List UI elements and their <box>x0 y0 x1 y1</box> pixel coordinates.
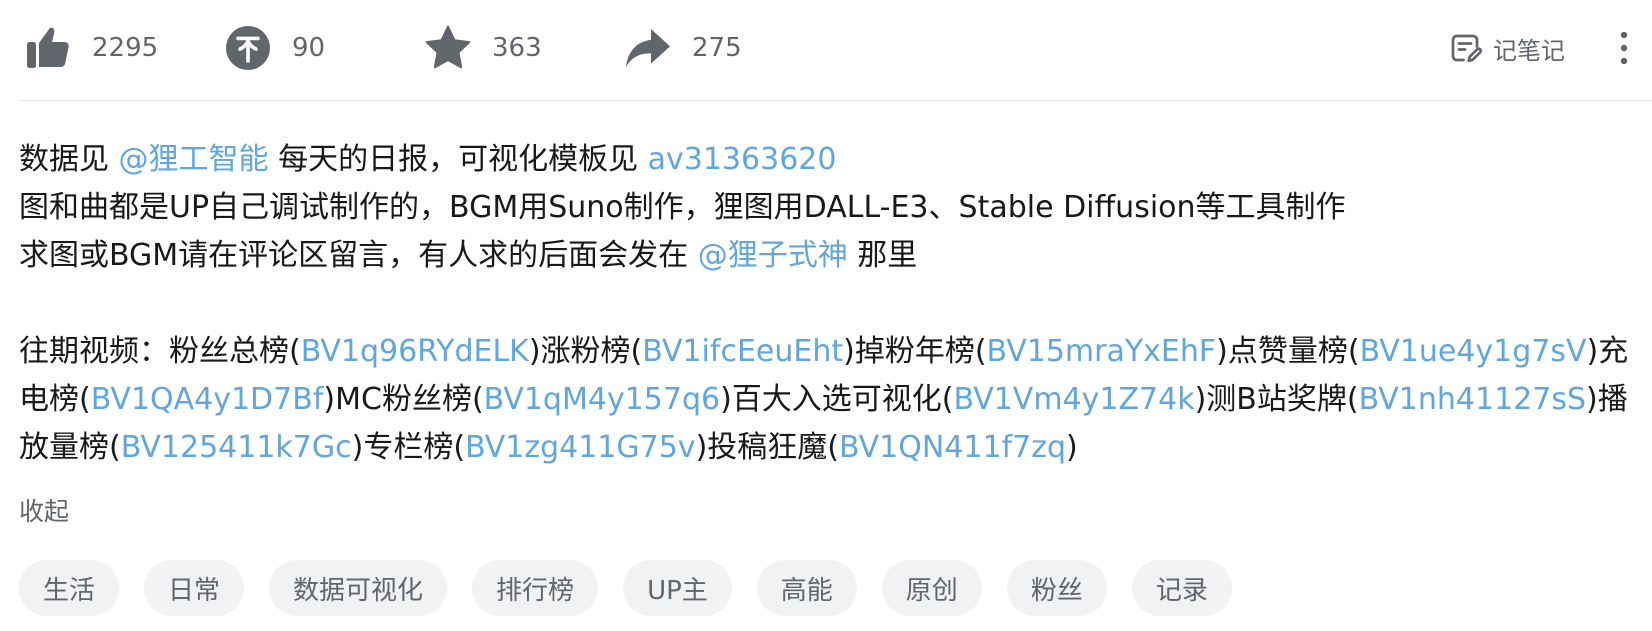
past-video-link[interactable]: BV125411k7Gc <box>121 430 352 465</box>
description-line-3: 求图或BGM请在评论区留言，有人求的后面会发在 @狸子式神 那里 <box>19 232 1639 280</box>
video-description: 数据见 @狸工智能 每天的日报，可视化模板见 av31363620 图和曲都是U… <box>19 136 1639 472</box>
more-vertical-icon <box>1618 30 1630 66</box>
past-video-link[interactable]: BV1zg411G75v <box>465 430 696 465</box>
past-video-item: 测B站奖牌(BV1nh41127sS) <box>1206 382 1597 417</box>
past-video-link[interactable]: BV1nh41127sS <box>1359 382 1586 417</box>
tag-chip[interactable]: UP主 <box>623 560 732 616</box>
past-video-close-paren: ) <box>323 382 336 417</box>
share-arrow-icon <box>622 22 674 74</box>
past-video-close-paren: ) <box>1066 430 1078 465</box>
tag-chip[interactable]: 生活 <box>19 560 120 616</box>
description-spacer <box>19 280 1639 328</box>
favorite-count: 363 <box>492 33 542 63</box>
star-icon <box>422 22 474 74</box>
past-video-close-paren: ) <box>351 430 364 465</box>
past-video-item: 涨粉榜(BV1ifcEeuEht) <box>541 334 855 369</box>
description-text: 数据见 <box>19 142 119 177</box>
past-video-label: 粉丝总榜( <box>169 334 301 369</box>
share-button[interactable]: 275 <box>622 20 742 76</box>
past-video-label: 投稿狂魔( <box>707 430 839 465</box>
description-text: 求图或BGM请在评论区留言，有人求的后面会发在 <box>19 238 698 273</box>
past-video-item: 点赞量榜(BV1ue4y1g7sV) <box>1228 334 1598 369</box>
past-video-close-paren: ) <box>1586 382 1598 417</box>
share-count: 275 <box>692 33 742 63</box>
past-video-link[interactable]: BV1Vm4y1Z74k <box>954 382 1195 417</box>
description-line-1: 数据见 @狸工智能 每天的日报，可视化模板见 av31363620 <box>19 136 1639 184</box>
coin-button[interactable]: 90 <box>222 20 325 76</box>
thumbs-up-icon <box>22 22 74 74</box>
tag-chip[interactable]: 原创 <box>881 560 982 616</box>
past-video-label: MC粉丝榜( <box>335 382 484 417</box>
description-line-2: 图和曲都是UP自己调试制作的，BGM用Suno制作，狸图用DALL-E3、Sta… <box>19 190 1346 225</box>
collapse-description-button[interactable]: 收起 <box>19 492 69 528</box>
past-videos-paragraph: 往期视频：粉丝总榜(BV1q96RYdELK)涨粉榜(BV1ifcEeuEht)… <box>19 328 1639 472</box>
tag-chip[interactable]: 粉丝 <box>1006 560 1107 616</box>
description-text: 那里 <box>847 238 918 273</box>
past-video-close-paren: ) <box>1586 334 1599 369</box>
more-options-button[interactable] <box>1606 26 1642 70</box>
description-text: 每天的日报，可视化模板见 <box>268 142 648 177</box>
like-button[interactable]: 2295 <box>22 20 158 76</box>
user-mention-link[interactable]: @狸工智能 <box>119 142 269 177</box>
past-video-label: 测B站奖牌( <box>1206 382 1359 417</box>
note-edit-icon <box>1447 30 1483 66</box>
past-video-item: 百大入选可视化(BV1Vm4y1Z74k) <box>732 382 1206 417</box>
like-count: 2295 <box>92 33 159 63</box>
past-video-item: 专栏榜(BV1zg411G75v) <box>363 430 707 465</box>
past-video-link[interactable]: BV1QN411f7zq <box>839 430 1066 465</box>
video-toolbar: 2295 90 363 275 记笔记 <box>0 0 1652 101</box>
tag-chip[interactable]: 高能 <box>756 560 857 616</box>
tag-chip[interactable]: 数据可视化 <box>269 560 448 616</box>
past-video-item: 投稿狂魔(BV1QN411f7zq) <box>707 430 1077 465</box>
past-video-label: 百大入选可视化( <box>731 382 954 417</box>
past-video-close-paren: ) <box>1194 382 1207 417</box>
past-video-label: 涨粉榜( <box>540 334 643 369</box>
coin-count: 90 <box>292 33 326 63</box>
tag-chip[interactable]: 日常 <box>144 560 245 616</box>
past-videos-prefix: 往期视频： <box>19 334 169 369</box>
past-video-item: MC粉丝榜(BV1qM4y157q6) <box>335 382 732 417</box>
past-video-label: 专栏榜( <box>363 430 466 465</box>
past-video-link[interactable]: BV1ifcEeuEht <box>642 334 843 369</box>
past-video-close-paren: ) <box>843 334 855 369</box>
past-video-close-paren: ) <box>1216 334 1228 369</box>
past-video-link[interactable]: BV1qM4y157q6 <box>484 382 720 417</box>
past-video-close-paren: ) <box>528 334 541 369</box>
past-video-close-paren: ) <box>720 382 732 417</box>
take-notes-button[interactable]: 记笔记 <box>1447 26 1565 70</box>
tag-chip[interactable]: 记录 <box>1131 560 1232 616</box>
favorite-button[interactable]: 363 <box>422 20 542 76</box>
toolbar-divider <box>19 100 1652 101</box>
video-link[interactable]: av31363620 <box>648 142 837 177</box>
past-video-close-paren: ) <box>695 430 708 465</box>
past-video-label: 掉粉年榜( <box>854 334 987 369</box>
past-video-item: 掉粉年榜(BV15mraYxEhF) <box>855 334 1228 369</box>
tag-list: 生活 日常 数据可视化 排行榜 UP主 高能 原创 粉丝 记录 <box>19 560 1257 616</box>
take-notes-label: 记笔记 <box>1493 36 1565 65</box>
past-video-link[interactable]: BV1q96RYdELK <box>301 334 529 369</box>
tag-chip[interactable]: 排行榜 <box>472 560 599 616</box>
past-video-link[interactable]: BV15mraYxEhF <box>987 334 1217 369</box>
past-video-label: 点赞量榜( <box>1227 334 1360 369</box>
user-mention-link[interactable]: @狸子式神 <box>698 238 848 273</box>
past-video-item: 粉丝总榜(BV1q96RYdELK) <box>169 334 541 369</box>
past-video-link[interactable]: BV1ue4y1g7sV <box>1360 334 1587 369</box>
past-video-link[interactable]: BV1QA4y1D7Bf <box>91 382 324 417</box>
coin-icon <box>222 22 274 74</box>
